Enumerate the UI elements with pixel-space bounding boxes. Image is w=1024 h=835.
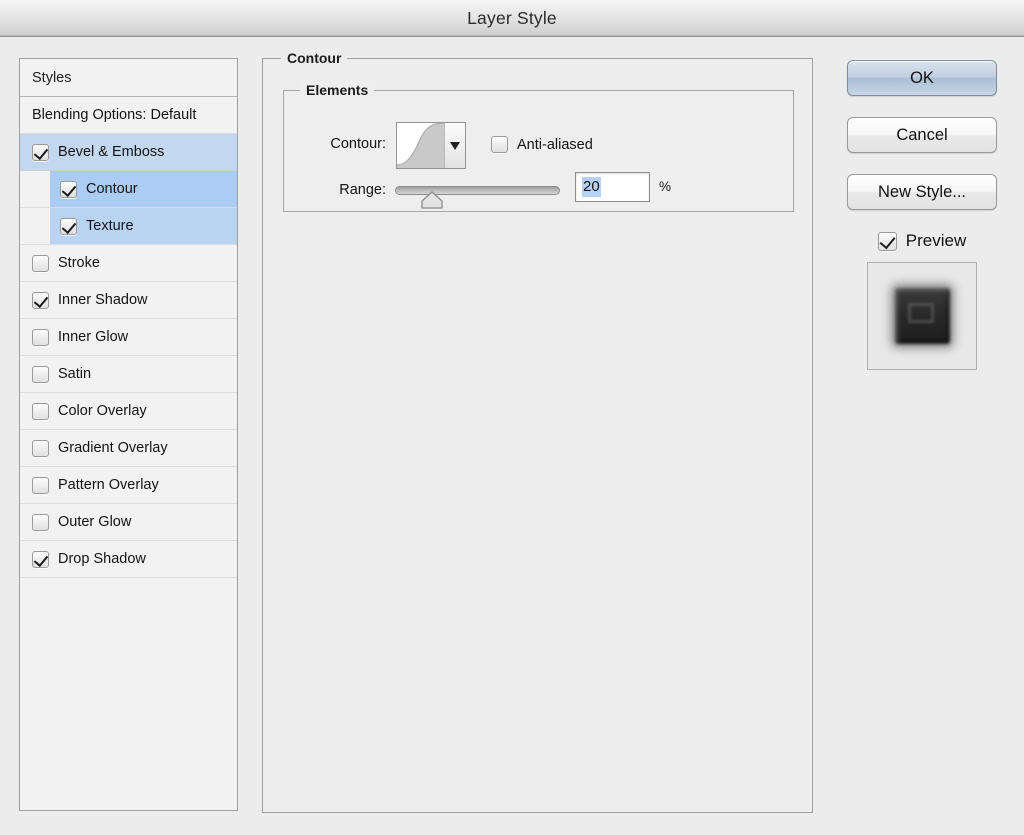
- contour-preset-picker[interactable]: [396, 122, 466, 169]
- dialog-title: Layer Style: [467, 7, 557, 28]
- list-item-label: Inner Glow: [58, 329, 129, 345]
- list-item-bevel-emboss[interactable]: Bevel & Emboss: [20, 134, 237, 171]
- preview-inner-detail: [908, 303, 934, 323]
- new-style-button[interactable]: New Style...: [847, 174, 997, 210]
- chevron-down-icon: [450, 141, 460, 150]
- checkbox-bevel-emboss[interactable]: [32, 143, 49, 161]
- checkbox-preview[interactable]: [877, 231, 897, 251]
- list-item-label: Drop Shadow: [58, 551, 146, 567]
- preview-label: Preview: [905, 231, 967, 250]
- checkbox-contour[interactable]: [60, 180, 77, 198]
- list-item-label: Stroke: [58, 255, 100, 271]
- ok-button[interactable]: OK: [847, 60, 997, 96]
- contour-curve-swatch[interactable]: [397, 123, 445, 168]
- styles-list-header: Styles: [20, 59, 237, 97]
- checkbox-color-overlay[interactable]: [32, 402, 49, 420]
- anti-aliased-control[interactable]: Anti-aliased: [491, 136, 593, 153]
- list-item-drop-shadow[interactable]: Drop Shadow: [20, 541, 237, 578]
- range-slider-thumb[interactable]: [421, 191, 443, 209]
- list-item-pattern-overlay[interactable]: Pattern Overlay: [20, 467, 237, 504]
- list-item-color-overlay[interactable]: Color Overlay: [20, 393, 237, 430]
- list-item-label: Bevel & Emboss: [58, 144, 165, 160]
- range-slider-track[interactable]: [395, 186, 560, 209]
- dialog-button-column: OK Cancel New Style... Preview: [847, 60, 997, 370]
- range-input-value: 20: [582, 177, 601, 197]
- dialog-titlebar: Layer Style: [0, 0, 1024, 37]
- checkbox-anti-aliased[interactable]: [491, 136, 508, 153]
- anti-aliased-label: Anti-aliased: [517, 136, 593, 153]
- layer-preview-thumbnail: [867, 262, 977, 370]
- list-item-inner-glow[interactable]: Inner Glow: [20, 319, 237, 356]
- checkbox-satin[interactable]: [32, 365, 49, 383]
- range-field-label: Range:: [339, 182, 386, 198]
- checkbox-drop-shadow[interactable]: [32, 550, 49, 568]
- list-item-contour[interactable]: Contour: [20, 171, 237, 208]
- checkbox-gradient-overlay[interactable]: [32, 439, 49, 457]
- styles-list-header-label: Styles: [32, 69, 72, 86]
- layer-style-dialog: Layer Style Styles Blending Options: Def…: [0, 0, 1024, 835]
- checkbox-outer-glow[interactable]: [32, 513, 49, 531]
- elements-group-title: Elements: [300, 82, 375, 98]
- list-item-gradient-overlay[interactable]: Gradient Overlay: [20, 430, 237, 467]
- list-item-satin[interactable]: Satin: [20, 356, 237, 393]
- list-item-texture[interactable]: Texture: [20, 208, 237, 245]
- checkbox-texture[interactable]: [60, 217, 77, 235]
- list-item-stroke[interactable]: Stroke: [20, 245, 237, 282]
- list-item-label: Pattern Overlay: [58, 477, 159, 493]
- contour-dropdown-button[interactable]: [445, 123, 465, 168]
- checkbox-inner-glow[interactable]: [32, 328, 49, 346]
- list-item-label: Contour: [86, 181, 138, 197]
- checkbox-inner-shadow[interactable]: [32, 291, 49, 309]
- checkbox-stroke[interactable]: [32, 254, 49, 272]
- contour-settings-panel: Contour Elements Contour: Anti-aliased R…: [262, 50, 813, 813]
- preview-control[interactable]: Preview: [847, 231, 997, 251]
- list-item-inner-shadow[interactable]: Inner Shadow: [20, 282, 237, 319]
- list-item-label: Color Overlay: [58, 403, 147, 419]
- list-item-label: Gradient Overlay: [58, 440, 168, 456]
- checkbox-pattern-overlay[interactable]: [32, 476, 49, 494]
- list-item-label: Outer Glow: [58, 514, 132, 530]
- range-unit-label: %: [659, 179, 672, 194]
- contour-field-label: Contour:: [330, 136, 386, 152]
- list-item-label: Satin: [58, 366, 92, 382]
- range-input[interactable]: 20: [575, 172, 650, 202]
- elements-group: Elements Contour: Anti-aliased Range: 20…: [283, 82, 794, 212]
- blending-options-label: Blending Options: Default: [32, 107, 197, 123]
- cancel-button[interactable]: Cancel: [847, 117, 997, 153]
- list-item-outer-glow[interactable]: Outer Glow: [20, 504, 237, 541]
- list-item-label: Texture: [86, 218, 134, 234]
- styles-list[interactable]: Styles Blending Options: Default Bevel &…: [19, 58, 238, 811]
- list-item-label: Inner Shadow: [58, 292, 148, 308]
- panel-title: Contour: [281, 50, 348, 66]
- list-item-blending-options[interactable]: Blending Options: Default: [20, 97, 237, 134]
